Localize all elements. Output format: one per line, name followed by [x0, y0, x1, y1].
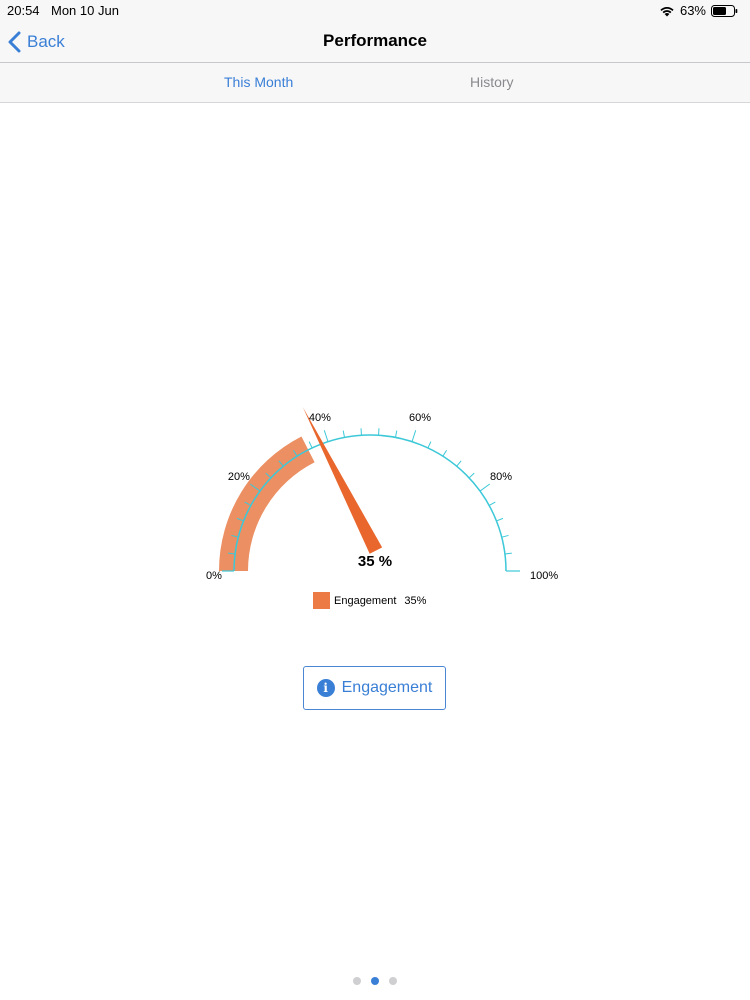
segment-tab-bar: This Month History [0, 63, 750, 103]
gauge-tick-label: 40% [309, 412, 331, 424]
navigation-bar: Back Performance [0, 22, 750, 63]
gauge-tick [501, 534, 509, 538]
gauge-needle [302, 407, 383, 554]
gauge-tick [342, 430, 346, 438]
battery-icon [711, 4, 738, 17]
gauge-tick [496, 517, 504, 522]
gauge-tick-label: 60% [409, 412, 431, 424]
chart-legend: Engagement 35% [313, 592, 426, 609]
page-dot[interactable] [389, 977, 397, 985]
gauge-tick-label: 100% [530, 570, 558, 582]
gauge-tick [504, 552, 512, 555]
legend-value-engagement: 35% [404, 594, 427, 607]
page-indicator [0, 977, 750, 985]
gauge-tick [479, 483, 491, 492]
gauge-tick-label: 0% [206, 570, 222, 582]
gauge-tick [323, 430, 329, 442]
status-time: 20:54 [7, 3, 40, 18]
gauge-value-band [219, 436, 315, 571]
engagement-gauge-chart: 0% 20% 40% 60% 80% 100% 35 % [206, 407, 558, 582]
gauge-tick [411, 430, 417, 442]
legend-swatch-engagement [313, 592, 330, 609]
status-indicators: 63% [659, 3, 738, 18]
engagement-info-button[interactable]: i Engagement [303, 666, 446, 710]
gauge-tick [488, 501, 496, 506]
status-date: Mon 10 Jun [51, 3, 119, 18]
status-bar: 20:54 Mon 10 Jun 63% [0, 0, 750, 22]
engagement-button-label: Engagement [341, 679, 433, 696]
page-dot[interactable] [353, 977, 361, 985]
gauge-tick [427, 441, 432, 449]
gauge-tick [456, 460, 462, 467]
gauge-tick-label: 20% [228, 471, 250, 483]
info-icon: i [316, 679, 335, 697]
gauge-tick [442, 449, 448, 457]
wifi-icon [660, 6, 674, 16]
tab-history[interactable]: History [470, 74, 514, 90]
battery-percent: 63% [679, 3, 706, 18]
page-title: Performance [323, 31, 427, 50]
gauge-tick [308, 441, 313, 449]
tab-this-month[interactable]: This Month [224, 74, 293, 90]
gauge-tick [394, 430, 398, 438]
gauge-value-label: 35 % [358, 553, 392, 570]
gauge-tick-label: 80% [490, 471, 512, 483]
page-dot[interactable] [371, 977, 379, 985]
gauge-tick [468, 472, 475, 479]
legend-label-engagement: Engagement [334, 594, 397, 607]
